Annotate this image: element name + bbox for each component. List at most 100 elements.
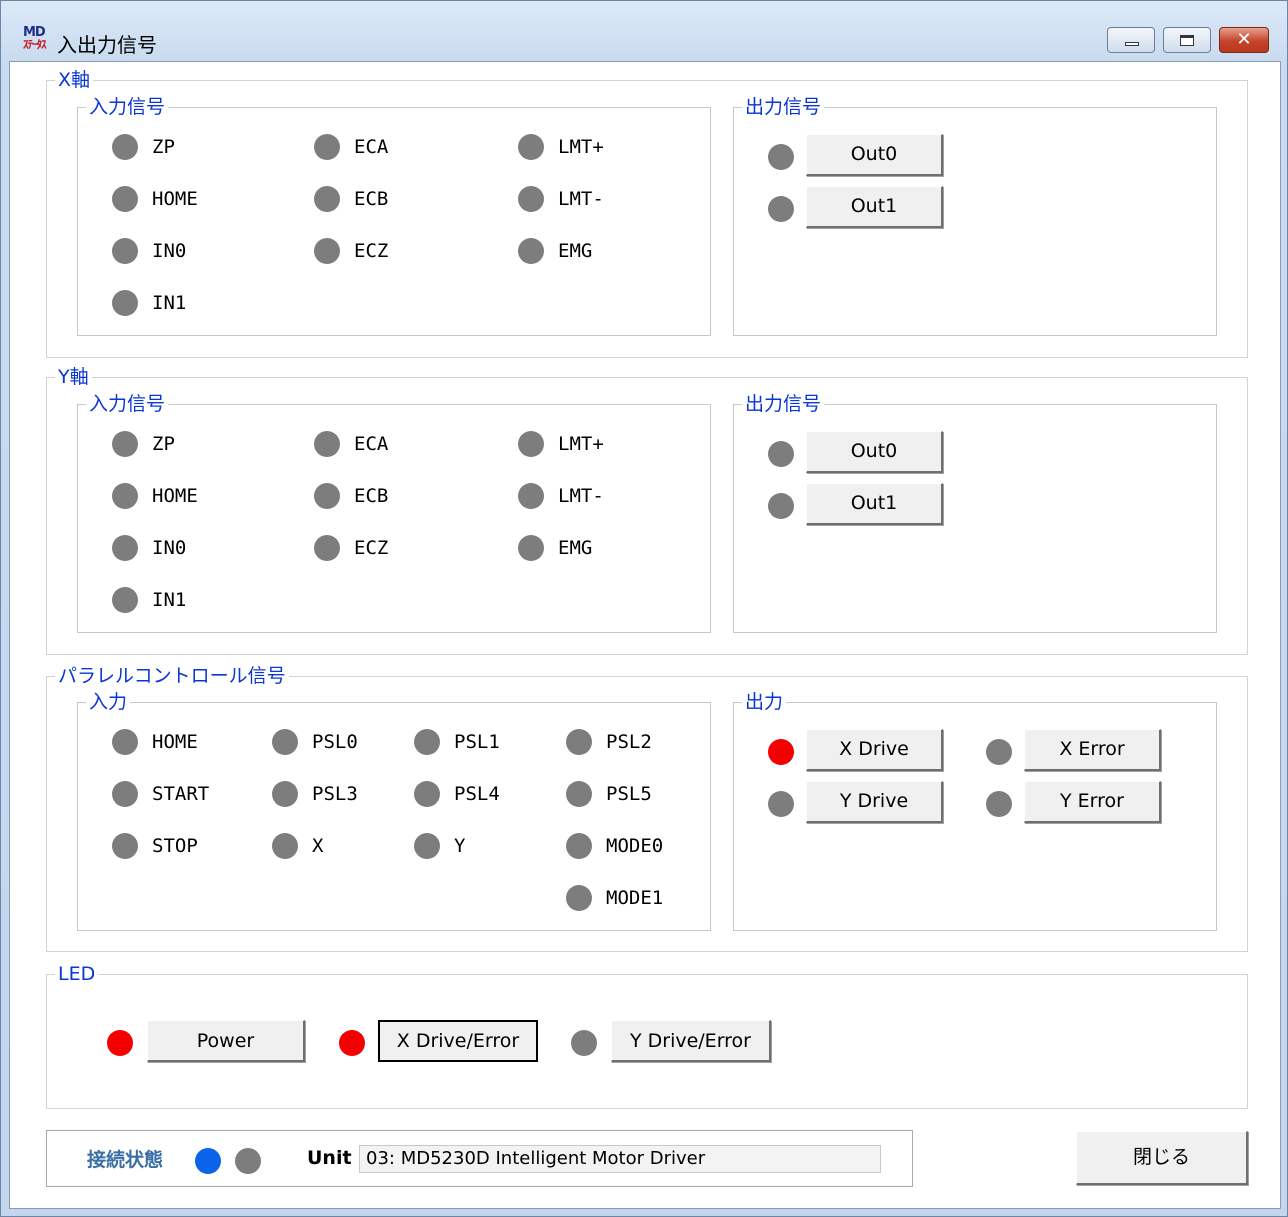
y-input-led-in0 xyxy=(112,535,138,561)
x-input-label-in0: IN0 xyxy=(152,240,187,262)
y-drive-error-button[interactable]: Y Drive/Error xyxy=(611,1020,771,1062)
y-input-led-lmt xyxy=(518,431,544,457)
parallel-input-label-stop: STOP xyxy=(152,835,198,857)
x-input-label-lmt: LMT- xyxy=(558,188,604,210)
x-input-led-in0 xyxy=(112,238,138,264)
x-input-led-emg xyxy=(518,238,544,264)
window-title: 入出力信号 xyxy=(57,33,157,57)
connection-led-gray xyxy=(235,1148,261,1174)
x-out1-button[interactable]: Out1 xyxy=(806,186,943,228)
parallel-input-label-psl0: PSL0 xyxy=(312,731,358,753)
client-area: X軸 入力信号 ZP ECA LMT+ HOME ECB LMT- IN0 ECZ EMG IN1… xyxy=(9,61,1281,1209)
y-input-label-emg: EMG xyxy=(558,537,593,559)
x-drive-error-led xyxy=(339,1030,365,1056)
x-input-led-eca xyxy=(314,134,340,160)
parallel-input-led-mode0 xyxy=(566,833,592,859)
y-input-label-eca: ECA xyxy=(354,433,389,455)
y-input-led-in1 xyxy=(112,587,138,613)
x-input-led-ecb xyxy=(314,186,340,212)
status-frame: 接続状態 Unit 03: MD5230D Intelligent Motor … xyxy=(46,1130,913,1187)
x-input-label-eca: ECA xyxy=(354,136,389,158)
parallel-input-led-home xyxy=(112,729,138,755)
led-title: LED xyxy=(55,962,99,986)
y-axis-title: Y軸 xyxy=(55,365,92,389)
parallel-input-label-mode0: MODE0 xyxy=(606,835,664,857)
x-input-label-in1: IN1 xyxy=(152,292,187,314)
y-axis-group: Y軸 入力信号 ZP ECA LMT+ HOME ECB LMT- IN0 ECZ EMG IN1… xyxy=(46,365,1248,655)
y-input-label-ecz: ECZ xyxy=(354,537,389,559)
x-input-label-lmt: LMT+ xyxy=(558,136,604,158)
parallel-input-led-psl4 xyxy=(414,781,440,807)
parallel-input-led-psl1 xyxy=(414,729,440,755)
parallel-input-label-psl2: PSL2 xyxy=(606,731,652,753)
y-input-label-lmt: LMT+ xyxy=(558,433,604,455)
power-button[interactable]: Power xyxy=(147,1020,305,1062)
y-input-label-home: HOME xyxy=(152,485,198,507)
parallel-group: パラレルコントロール信号 入力 HOME PSL0 PSL1 PSL2 START PSL… xyxy=(46,664,1248,952)
x-out0-led xyxy=(768,144,794,170)
x-input-label-emg: EMG xyxy=(558,240,593,262)
close-window-button[interactable]: ✕ xyxy=(1219,27,1269,53)
unit-field[interactable]: 03: MD5230D Intelligent Motor Driver xyxy=(359,1145,881,1173)
x-out1-led xyxy=(768,196,794,222)
y-input-led-home xyxy=(112,483,138,509)
minimize-button[interactable] xyxy=(1107,27,1155,53)
x-axis-group: X軸 入力信号 ZP ECA LMT+ HOME ECB LMT- IN0 ECZ EMG IN1… xyxy=(46,68,1248,358)
y-input-label-lmt: LMT- xyxy=(558,485,604,507)
maximize-button[interactable] xyxy=(1163,27,1211,53)
maximize-icon xyxy=(1180,35,1194,46)
y-error-led xyxy=(986,791,1012,817)
y-input-label-in0: IN0 xyxy=(152,537,187,559)
power-led xyxy=(107,1030,133,1056)
y-input-label-in1: IN1 xyxy=(152,589,187,611)
parallel-input-led-stop xyxy=(112,833,138,859)
title-bar[interactable]: MD ｽﾃｰﾀｽ 入出力信号 ✕ xyxy=(1,1,1287,61)
close-icon: ✕ xyxy=(1236,29,1252,50)
close-button[interactable]: 閉じる xyxy=(1076,1131,1248,1185)
x-input-led-home xyxy=(112,186,138,212)
y-input-led-ecb xyxy=(314,483,340,509)
y-out0-button[interactable]: Out0 xyxy=(806,431,943,473)
main-window: MD ｽﾃｰﾀｽ 入出力信号 ✕ X軸 入力信号 ZP ECA LMT+ HOME EC… xyxy=(0,0,1288,1217)
y-input-label-ecb: ECB xyxy=(354,485,389,507)
parallel-output-title: 出力 xyxy=(742,690,787,714)
x-input-led-in1 xyxy=(112,290,138,316)
parallel-output-group: 出力 X Drive X Error Y Drive Y Error xyxy=(733,690,1217,931)
x-out0-button[interactable]: Out0 xyxy=(806,134,943,176)
x-drive-button[interactable]: X Drive xyxy=(806,729,943,771)
y-input-led-ecz xyxy=(314,535,340,561)
y-drive-button[interactable]: Y Drive xyxy=(806,781,943,823)
parallel-input-label-psl4: PSL4 xyxy=(454,783,500,805)
y-error-button[interactable]: Y Error xyxy=(1024,781,1161,823)
x-input-label-home: HOME xyxy=(152,188,198,210)
parallel-title: パラレルコントロール信号 xyxy=(55,664,289,688)
parallel-input-led-y xyxy=(414,833,440,859)
x-input-title: 入力信号 xyxy=(86,95,169,119)
x-error-button[interactable]: X Error xyxy=(1024,729,1161,771)
y-output-group: 出力信号 Out0 Out1 xyxy=(733,392,1217,633)
x-drive-error-button[interactable]: X Drive/Error xyxy=(378,1020,538,1062)
parallel-input-led-psl3 xyxy=(272,781,298,807)
parallel-input-label-y: Y xyxy=(454,835,466,857)
x-error-led xyxy=(986,739,1012,765)
x-input-led-ecz xyxy=(314,238,340,264)
y-drive-led xyxy=(768,791,794,817)
y-out1-button[interactable]: Out1 xyxy=(806,483,943,525)
x-input-label-ecb: ECB xyxy=(354,188,389,210)
y-input-led-zp xyxy=(112,431,138,457)
minimize-icon xyxy=(1125,42,1139,46)
parallel-input-label-home: HOME xyxy=(152,731,198,753)
parallel-input-label-psl5: PSL5 xyxy=(606,783,652,805)
parallel-input-group: 入力 HOME PSL0 PSL1 PSL2 START PSL3 PSL4 PSL5 STOP… xyxy=(77,690,711,931)
app-icon: MD ｽﾃｰﾀｽ xyxy=(23,25,47,51)
y-input-led-lmt xyxy=(518,483,544,509)
parallel-input-label-x: X xyxy=(312,835,324,857)
x-output-group: 出力信号 Out0 Out1 xyxy=(733,95,1217,336)
y-drive-error-led xyxy=(571,1030,597,1056)
parallel-input-label-start: START xyxy=(152,783,210,805)
parallel-input-label-psl3: PSL3 xyxy=(312,783,358,805)
y-input-title: 入力信号 xyxy=(86,392,169,416)
parallel-input-label-mode1: MODE1 xyxy=(606,887,664,909)
y-out1-led xyxy=(768,493,794,519)
y-input-led-eca xyxy=(314,431,340,457)
